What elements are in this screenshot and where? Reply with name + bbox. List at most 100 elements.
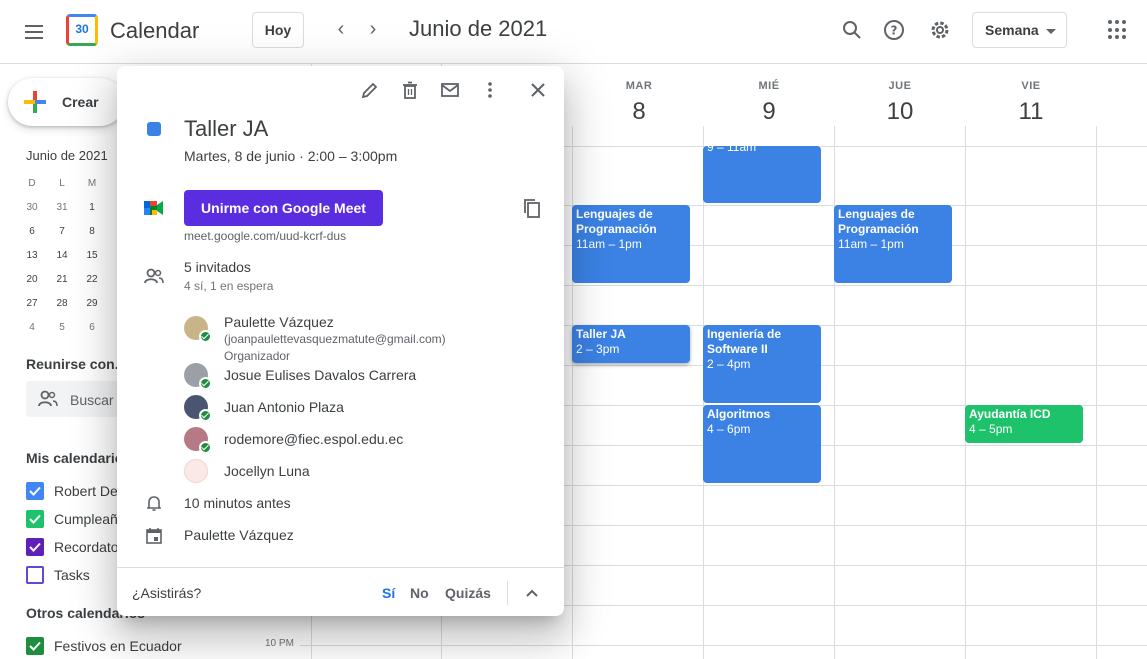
rsvp-bar: ¿Asistirás? Sí No Quizás [117, 567, 564, 616]
create-label: Crear [62, 94, 99, 110]
event-time: 4 – 5pm [969, 422, 1013, 436]
mini-day[interactable]: 21 [50, 268, 74, 292]
calendar-logo: 30 [66, 14, 98, 46]
checkbox[interactable] [26, 637, 44, 655]
mini-day[interactable]: 22 [80, 268, 104, 292]
view-selector-label: Semana [985, 22, 1039, 38]
today-button[interactable]: Hoy [252, 12, 304, 48]
chevron-up-icon[interactable] [520, 581, 544, 605]
mini-day[interactable]: 20 [20, 268, 44, 292]
chevron-right-icon[interactable]: › [361, 18, 385, 42]
mini-day[interactable]: 7 [50, 220, 74, 244]
mini-day[interactable]: 28 [50, 292, 74, 316]
day-header[interactable]: JUE 10 [835, 80, 965, 126]
mini-day[interactable]: 5 [50, 316, 74, 340]
menu-icon[interactable] [14, 12, 54, 52]
create-button[interactable]: Crear [8, 78, 124, 126]
mini-day[interactable]: 6 [80, 316, 104, 340]
event-time: 4 – 6pm [707, 422, 751, 436]
top-bar: 30 Calendar Hoy ‹ › Junio de 2021 ? Sema… [0, 0, 1147, 64]
avatar [184, 459, 208, 483]
mini-day[interactable]: 13 [20, 244, 44, 268]
calendar-label: Robert De [54, 483, 118, 499]
time-label: 10 PM [265, 638, 294, 649]
mini-day[interactable]: 31 [50, 196, 74, 220]
mini-day[interactable]: 30 [20, 196, 44, 220]
calendar-event[interactable]: Algoritmos 4 – 6pm [703, 405, 821, 483]
day-number[interactable]: 9 [704, 98, 834, 126]
checkbox[interactable] [26, 566, 44, 584]
day-name: VIE [1021, 80, 1041, 92]
divider [507, 581, 508, 605]
day-name: MAR [625, 80, 653, 92]
rsvp-no-button[interactable]: No [410, 585, 429, 601]
mini-day[interactable]: 29 [80, 292, 104, 316]
checkbox[interactable] [26, 538, 44, 556]
event-date: Martes, 8 de junio · 2:00 – 3:00pm [184, 148, 398, 164]
event-title: Lenguajes de Programación [576, 207, 657, 236]
meet-link[interactable]: meet.google.com/uud-kcrf-dus [184, 229, 346, 243]
day-number[interactable]: 8 [574, 98, 704, 126]
mini-day[interactable]: 6 [20, 220, 44, 244]
accepted-check-icon [199, 409, 212, 422]
event-title: Ayudantía ICD [969, 407, 1051, 421]
caret-down-icon [1046, 29, 1056, 34]
calendar-owner: Paulette Vázquez [184, 527, 294, 543]
rsvp-maybe-button[interactable]: Quizás [445, 585, 491, 601]
search-icon[interactable] [836, 14, 868, 46]
mini-day[interactable]: 8 [80, 220, 104, 244]
page-title: Junio de 2021 [409, 16, 548, 41]
mini-day[interactable]: 1 [80, 196, 104, 220]
apps-icon[interactable] [1108, 20, 1128, 40]
delete-icon[interactable] [398, 78, 422, 102]
accepted-check-icon [199, 330, 212, 343]
close-icon[interactable] [526, 78, 550, 102]
mini-day[interactable]: 27 [20, 292, 44, 316]
day-header[interactable]: MIÉ 9 [704, 80, 834, 126]
checkbox[interactable] [26, 482, 44, 500]
email-icon[interactable] [438, 78, 462, 102]
calendar-label: Tasks [54, 567, 90, 583]
calendar-event[interactable]: Ingeniería de Software II 2 – 4pm [703, 325, 821, 403]
mini-calendar-title: Junio de 2021 [26, 148, 108, 163]
copy-icon[interactable] [520, 196, 544, 220]
event-title: Taller JA [184, 116, 269, 141]
day-header[interactable]: MAR 8 [574, 80, 704, 126]
mini-day[interactable]: 14 [50, 244, 74, 268]
edit-icon[interactable] [358, 78, 382, 102]
day-header[interactable]: VIE 11 [966, 80, 1096, 126]
more-options-icon[interactable] [478, 78, 502, 102]
mini-day[interactable]: 4 [20, 316, 44, 340]
view-selector[interactable]: Semana [972, 12, 1067, 48]
plus-icon [24, 91, 46, 113]
calendar-event[interactable]: Taller JA 2 – 3pm [572, 325, 690, 363]
calendar-event[interactable]: Lenguajes de Programación 11am – 1pm [572, 205, 690, 283]
search-people-input[interactable]: Buscar [26, 381, 126, 417]
guest-name: Josue Eulises Davalos Carrera [224, 367, 417, 383]
guest-role: Organizador [224, 349, 291, 363]
day-number[interactable]: 10 [835, 98, 965, 126]
join-meet-button[interactable]: Unirme con Google Meet [184, 190, 383, 226]
settings-icon[interactable] [924, 14, 956, 46]
people-icon [142, 264, 166, 288]
checkbox[interactable] [26, 510, 44, 528]
guest-name: Paulette Vázquez [224, 314, 334, 330]
help-icon[interactable]: ? [878, 14, 910, 46]
day-name: MIÉ [758, 80, 780, 92]
rsvp-yes-button[interactable]: Sí [382, 585, 395, 601]
guests-count: 5 invitados [184, 259, 251, 275]
calendar-icon [142, 523, 166, 547]
event-title: Taller JA [576, 327, 626, 341]
day-number[interactable]: 11 [966, 98, 1096, 126]
accepted-check-icon [199, 377, 212, 390]
calendar-event[interactable]: Ayudantía ICD 4 – 5pm [965, 405, 1083, 443]
mini-weekday: L [59, 178, 65, 189]
calendar-event[interactable]: Lenguajes de Programación 11am – 1pm [834, 205, 952, 283]
my-calendars-title[interactable]: Mis calendarios [26, 450, 131, 466]
guest-name: rodemore@fiec.espol.edu.ec [224, 431, 404, 447]
avatar [184, 363, 212, 390]
calendar-event[interactable]: 9 – 11am [703, 146, 821, 203]
guest-name: Juan Antonio Plaza [224, 399, 344, 415]
chevron-left-icon[interactable]: ‹ [329, 18, 353, 42]
mini-day[interactable]: 15 [80, 244, 104, 268]
